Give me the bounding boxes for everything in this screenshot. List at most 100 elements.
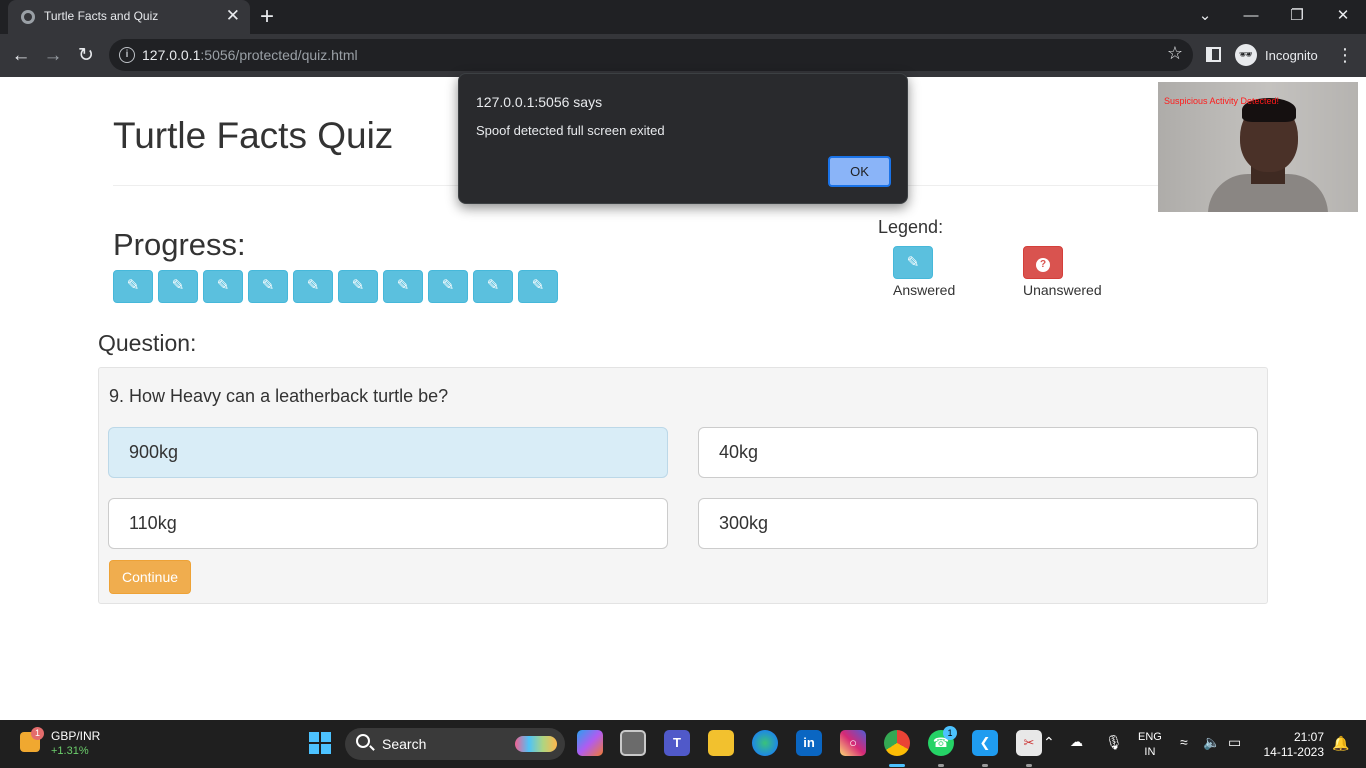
region-code: IN bbox=[1144, 746, 1156, 758]
progress-question-button[interactable]: ✎ bbox=[293, 270, 333, 303]
system-clock[interactable]: 21:07 14-11-2023 bbox=[1258, 730, 1325, 760]
answer-option-1[interactable]: 900kg bbox=[108, 427, 668, 478]
vscode-running-indicator bbox=[982, 764, 988, 767]
wifi-icon[interactable]: ≈ bbox=[1180, 734, 1188, 750]
instagram-icon[interactable]: ○ bbox=[840, 730, 866, 756]
bookmark-star-icon[interactable]: ☆ bbox=[1167, 43, 1183, 64]
progress-question-button[interactable]: ✎ bbox=[473, 270, 513, 303]
progress-question-button[interactable]: ✎ bbox=[248, 270, 288, 303]
answer-option-4[interactable]: 300kg bbox=[698, 498, 1258, 549]
pencil-icon: ✎ bbox=[906, 254, 920, 271]
progress-question-button[interactable]: ✎ bbox=[113, 270, 153, 303]
side-panel-icon[interactable] bbox=[1206, 47, 1221, 62]
incognito-label[interactable]: Incognito bbox=[1265, 48, 1318, 63]
volume-icon[interactable]: 🔈 bbox=[1203, 734, 1220, 751]
vscode-icon[interactable]: ❮ bbox=[972, 730, 998, 756]
globe-icon bbox=[21, 10, 35, 24]
task-view-icon[interactable] bbox=[620, 730, 646, 756]
tab-close-button[interactable]: ✕ bbox=[226, 6, 240, 26]
start-tile bbox=[309, 732, 319, 742]
chrome-active-indicator bbox=[889, 764, 905, 767]
browser-menu-icon[interactable]: ⋮ bbox=[1336, 43, 1354, 67]
pencil-icon: ✎ bbox=[531, 277, 545, 294]
progress-question-button[interactable]: ✎ bbox=[338, 270, 378, 303]
tab-search-button[interactable]: ⌄ bbox=[1190, 6, 1220, 26]
incognito-icon[interactable]: 🕶 bbox=[1235, 44, 1257, 66]
microphone-icon[interactable]: 🎙 bbox=[1105, 734, 1123, 751]
whatsapp-badge: 1 bbox=[943, 726, 957, 740]
forward-arrow-icon[interactable]: → bbox=[40, 43, 66, 69]
clock-time: 21:07 bbox=[1293, 730, 1324, 744]
chrome-icon[interactable] bbox=[884, 730, 910, 756]
progress-question-button[interactable]: ✎ bbox=[158, 270, 198, 303]
legend-heading: Legend: bbox=[878, 217, 944, 237]
start-tile bbox=[321, 732, 331, 742]
progress-question-button[interactable]: ✎ bbox=[383, 270, 423, 303]
taskbar-search[interactable]: Search bbox=[345, 728, 565, 760]
search-highlight-icon bbox=[515, 736, 557, 752]
question-text: 9. How Heavy can a leatherback turtle be… bbox=[109, 386, 449, 406]
alert-dialog: 127.0.0.1:5056 says Spoof detected full … bbox=[458, 73, 908, 204]
progress-buttons: ✎ ✎ ✎ ✎ ✎ ✎ ✎ ✎ ✎ ✎ bbox=[113, 270, 558, 303]
start-button[interactable] bbox=[309, 732, 331, 754]
url-host: 127.0.0.1 bbox=[142, 47, 201, 63]
dialog-message: Spoof detected full screen exited bbox=[476, 123, 665, 138]
clock-date: 14-11-2023 bbox=[1263, 745, 1325, 759]
dialog-title: 127.0.0.1:5056 says bbox=[476, 94, 603, 110]
site-info-icon[interactable]: i bbox=[119, 47, 135, 63]
browser-tab[interactable]: Turtle Facts and Quiz ✕ bbox=[8, 0, 250, 34]
windows-taskbar: 1 GBP/INR +1.31% Search T in ○ ☎ 1 ❮ ✂ ⌃… bbox=[0, 720, 1366, 768]
address-bar[interactable]: i 127.0.0.1:5056/protected/quiz.html ☆ bbox=[109, 39, 1193, 71]
close-window-button[interactable]: ✕ bbox=[1328, 6, 1358, 26]
tab-title: Turtle Facts and Quiz bbox=[44, 9, 159, 23]
answer-option-3[interactable]: 110kg bbox=[108, 498, 668, 549]
legend-answered-button: ✎ bbox=[893, 246, 933, 279]
url-text[interactable]: 127.0.0.1:5056/protected/quiz.html bbox=[142, 47, 358, 63]
battery-icon[interactable]: ▭ bbox=[1228, 734, 1241, 751]
ticker-label[interactable]: GBP/INR bbox=[51, 729, 100, 743]
snipping-running-indicator bbox=[1026, 764, 1032, 767]
pencil-icon: ✎ bbox=[306, 277, 320, 294]
linkedin-icon[interactable]: in bbox=[796, 730, 822, 756]
chevron-up-icon[interactable]: ⌃ bbox=[1043, 734, 1055, 751]
progress-question-button[interactable]: ✎ bbox=[518, 270, 558, 303]
pencil-icon: ✎ bbox=[261, 277, 275, 294]
back-arrow-icon[interactable]: ← bbox=[8, 43, 34, 69]
language-indicator[interactable]: ENG IN bbox=[1138, 730, 1162, 760]
notification-bell-icon[interactable]: 🔔 bbox=[1332, 735, 1349, 752]
search-label: Search bbox=[382, 736, 427, 752]
maximize-button[interactable]: ❐ bbox=[1282, 6, 1312, 26]
widget-badge: 1 bbox=[31, 727, 44, 740]
question-circle-icon: ? bbox=[1036, 258, 1050, 272]
browser-title-bar: Turtle Facts and Quiz ✕ + ⌄ — ❐ ✕ bbox=[0, 0, 1366, 34]
onedrive-cloud-icon[interactable]: ☁ bbox=[1070, 734, 1083, 750]
progress-question-button[interactable]: ✎ bbox=[203, 270, 243, 303]
answer-option-2[interactable]: 40kg bbox=[698, 427, 1258, 478]
url-path: :5056/protected/quiz.html bbox=[200, 47, 358, 63]
question-heading: Question: bbox=[98, 330, 197, 356]
copilot-icon[interactable] bbox=[577, 730, 603, 756]
continue-button[interactable]: Continue bbox=[109, 560, 191, 594]
dialog-ok-button[interactable]: OK bbox=[828, 156, 891, 187]
legend-unanswered-label: Unanswered bbox=[1023, 282, 1102, 298]
reload-icon[interactable]: ↻ bbox=[73, 43, 99, 69]
pencil-icon: ✎ bbox=[126, 277, 140, 294]
minimize-button[interactable]: — bbox=[1236, 6, 1266, 26]
new-tab-button[interactable]: + bbox=[260, 3, 274, 31]
language-code: ENG bbox=[1138, 731, 1162, 743]
question-panel: 9. How Heavy can a leatherback turtle be… bbox=[98, 367, 1268, 604]
start-tile bbox=[321, 744, 331, 754]
edge-icon[interactable] bbox=[752, 730, 778, 756]
legend-answered-label: Answered bbox=[893, 282, 956, 298]
pencil-icon: ✎ bbox=[351, 277, 365, 294]
start-tile bbox=[309, 744, 319, 754]
ticker-change: +1.31% bbox=[51, 745, 89, 757]
pencil-icon: ✎ bbox=[441, 277, 455, 294]
legend-unanswered-button: ? bbox=[1023, 246, 1063, 279]
browser-toolbar: ← → ↻ i 127.0.0.1:5056/protected/quiz.ht… bbox=[0, 34, 1366, 77]
snipping-tool-icon[interactable]: ✂ bbox=[1016, 730, 1042, 756]
progress-question-button[interactable]: ✎ bbox=[428, 270, 468, 303]
teams-icon[interactable]: T bbox=[664, 730, 690, 756]
progress-heading: Progress: bbox=[113, 227, 246, 262]
file-explorer-icon[interactable] bbox=[708, 730, 734, 756]
